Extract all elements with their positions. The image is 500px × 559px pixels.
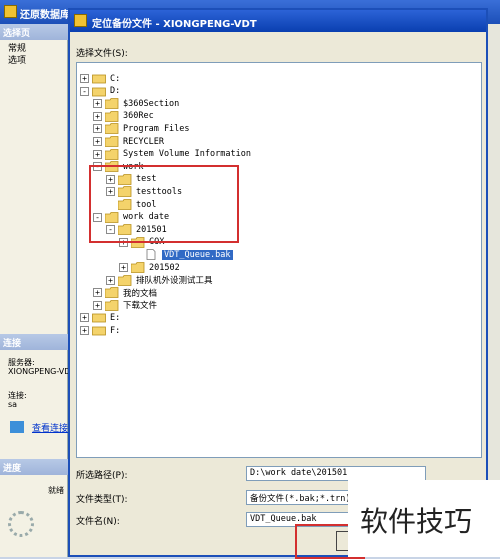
- select-page-header: 选择页: [0, 24, 68, 40]
- folder-icon: [105, 299, 119, 311]
- expand-icon[interactable]: +: [93, 288, 102, 298]
- connection-header: 连接: [0, 334, 68, 350]
- expand-icon[interactable]: +: [93, 137, 102, 146]
- tree-node-label: Program Files: [123, 123, 190, 134]
- drive-icon: [92, 325, 106, 336]
- tree-node-label: RECYCLER: [123, 136, 164, 147]
- progress-spinner-icon: [8, 511, 34, 537]
- background-right-edge: [488, 24, 500, 557]
- tree-node-label: VDT_Queue.bak: [162, 249, 233, 260]
- tree-node[interactable]: + F:: [80, 324, 120, 337]
- expand-icon[interactable]: +: [93, 124, 102, 134]
- server-value: XIONGPENG-VD: [8, 367, 71, 376]
- tree-node[interactable]: + System Volume Information: [93, 148, 251, 161]
- tree-node-label: 201502: [149, 262, 180, 273]
- tree-node-label: 排队机外设测试工具: [136, 276, 213, 287]
- drive-icon: [92, 73, 106, 84]
- tree-node-label: 下载文件: [123, 301, 158, 312]
- view-connection-link[interactable]: 查看连接: [32, 421, 68, 434]
- expand-icon[interactable]: +: [106, 275, 115, 285]
- tree-node[interactable]: VDT_Queue.bak: [132, 248, 233, 261]
- drive-icon: [92, 86, 106, 97]
- selected-path-field[interactable]: D:\work date\201501: [246, 466, 426, 481]
- dialog-app-icon: [74, 14, 87, 27]
- expand-icon[interactable]: +: [93, 99, 102, 109]
- connection-value: sa: [8, 400, 18, 409]
- folder-icon: [105, 136, 119, 147]
- expand-icon[interactable]: +: [119, 263, 128, 272]
- file-name-label: 文件名(N):: [76, 517, 120, 527]
- expand-icon[interactable]: +: [93, 149, 102, 159]
- drive-icon: [92, 312, 106, 323]
- tree-node-label: $360Section: [123, 98, 180, 109]
- collapse-icon[interactable]: -: [80, 86, 89, 96]
- tree-node[interactable]: + C:: [80, 72, 120, 85]
- folder-icon: [105, 287, 119, 299]
- folder-icon: [105, 110, 119, 122]
- file-tree[interactable]: + C: - D: + $360Section +360Rec + Program Files +…: [76, 62, 482, 458]
- file-type-value: 备份文件(*.bak;*.trn): [250, 494, 351, 504]
- folder-icon: [131, 262, 145, 273]
- tree-node-label: 360Rec: [123, 111, 154, 122]
- dialog-title-bar: 定位备份文件 - XIONGPENG-VDT: [70, 10, 486, 32]
- tree-node[interactable]: + RECYCLER: [93, 135, 164, 148]
- expand-icon[interactable]: +: [80, 326, 89, 335]
- dialog-title: 定位备份文件 - XIONGPENG-VDT: [92, 19, 257, 30]
- tree-node-label: C:: [110, 73, 121, 84]
- page-options[interactable]: 选项: [8, 53, 26, 66]
- tree-node[interactable]: - D:: [80, 85, 120, 98]
- selected-path-label: 所选路径(P):: [76, 471, 128, 481]
- tree-node[interactable]: + $360Section: [93, 97, 179, 110]
- tree-node-label: E:: [110, 312, 121, 323]
- folder-icon: [105, 98, 119, 110]
- tree-node[interactable]: + Program Files: [93, 122, 190, 135]
- select-file-label: 选择文件(S):: [76, 49, 128, 59]
- folder-icon: [105, 148, 119, 160]
- highlight-box: [89, 165, 239, 243]
- tree-node-label: F:: [110, 325, 121, 336]
- tree-node-label: System Volume Information: [123, 149, 251, 160]
- database-icon: [4, 5, 17, 18]
- tree-node-label: D:: [110, 86, 121, 97]
- folder-icon: [118, 274, 132, 286]
- tree-node[interactable]: + E:: [80, 311, 120, 324]
- tree-node[interactable]: + 下载文件: [93, 299, 157, 312]
- tree-node[interactable]: + 排队机外设测试工具: [106, 274, 213, 287]
- connection-properties-icon: [10, 421, 24, 433]
- folder-icon: [105, 123, 119, 135]
- expand-icon[interactable]: +: [80, 74, 89, 83]
- expand-icon[interactable]: +: [80, 313, 89, 323]
- progress-header: 进度: [0, 459, 68, 475]
- tree-node[interactable]: +201502: [119, 261, 180, 274]
- tree-node[interactable]: + 我的文档: [93, 286, 157, 299]
- file-icon: [144, 249, 158, 261]
- watermark: 软件技巧: [348, 480, 500, 557]
- locate-backup-file-dialog: 定位备份文件 - XIONGPENG-VDT 选择文件(S): + C: - D: + $…: [68, 8, 488, 559]
- expand-icon[interactable]: +: [93, 111, 102, 121]
- background-left-panel: 选择页 常规 选项 连接 服务器: XIONGPENG-VD 连接: sa 查看…: [0, 24, 71, 557]
- tree-node-label: 我的文档: [123, 288, 158, 299]
- progress-status: 就绪: [48, 486, 64, 495]
- file-type-label: 文件类型(T):: [76, 495, 128, 505]
- tree-node[interactable]: +360Rec: [93, 110, 154, 123]
- expand-icon[interactable]: +: [93, 300, 102, 310]
